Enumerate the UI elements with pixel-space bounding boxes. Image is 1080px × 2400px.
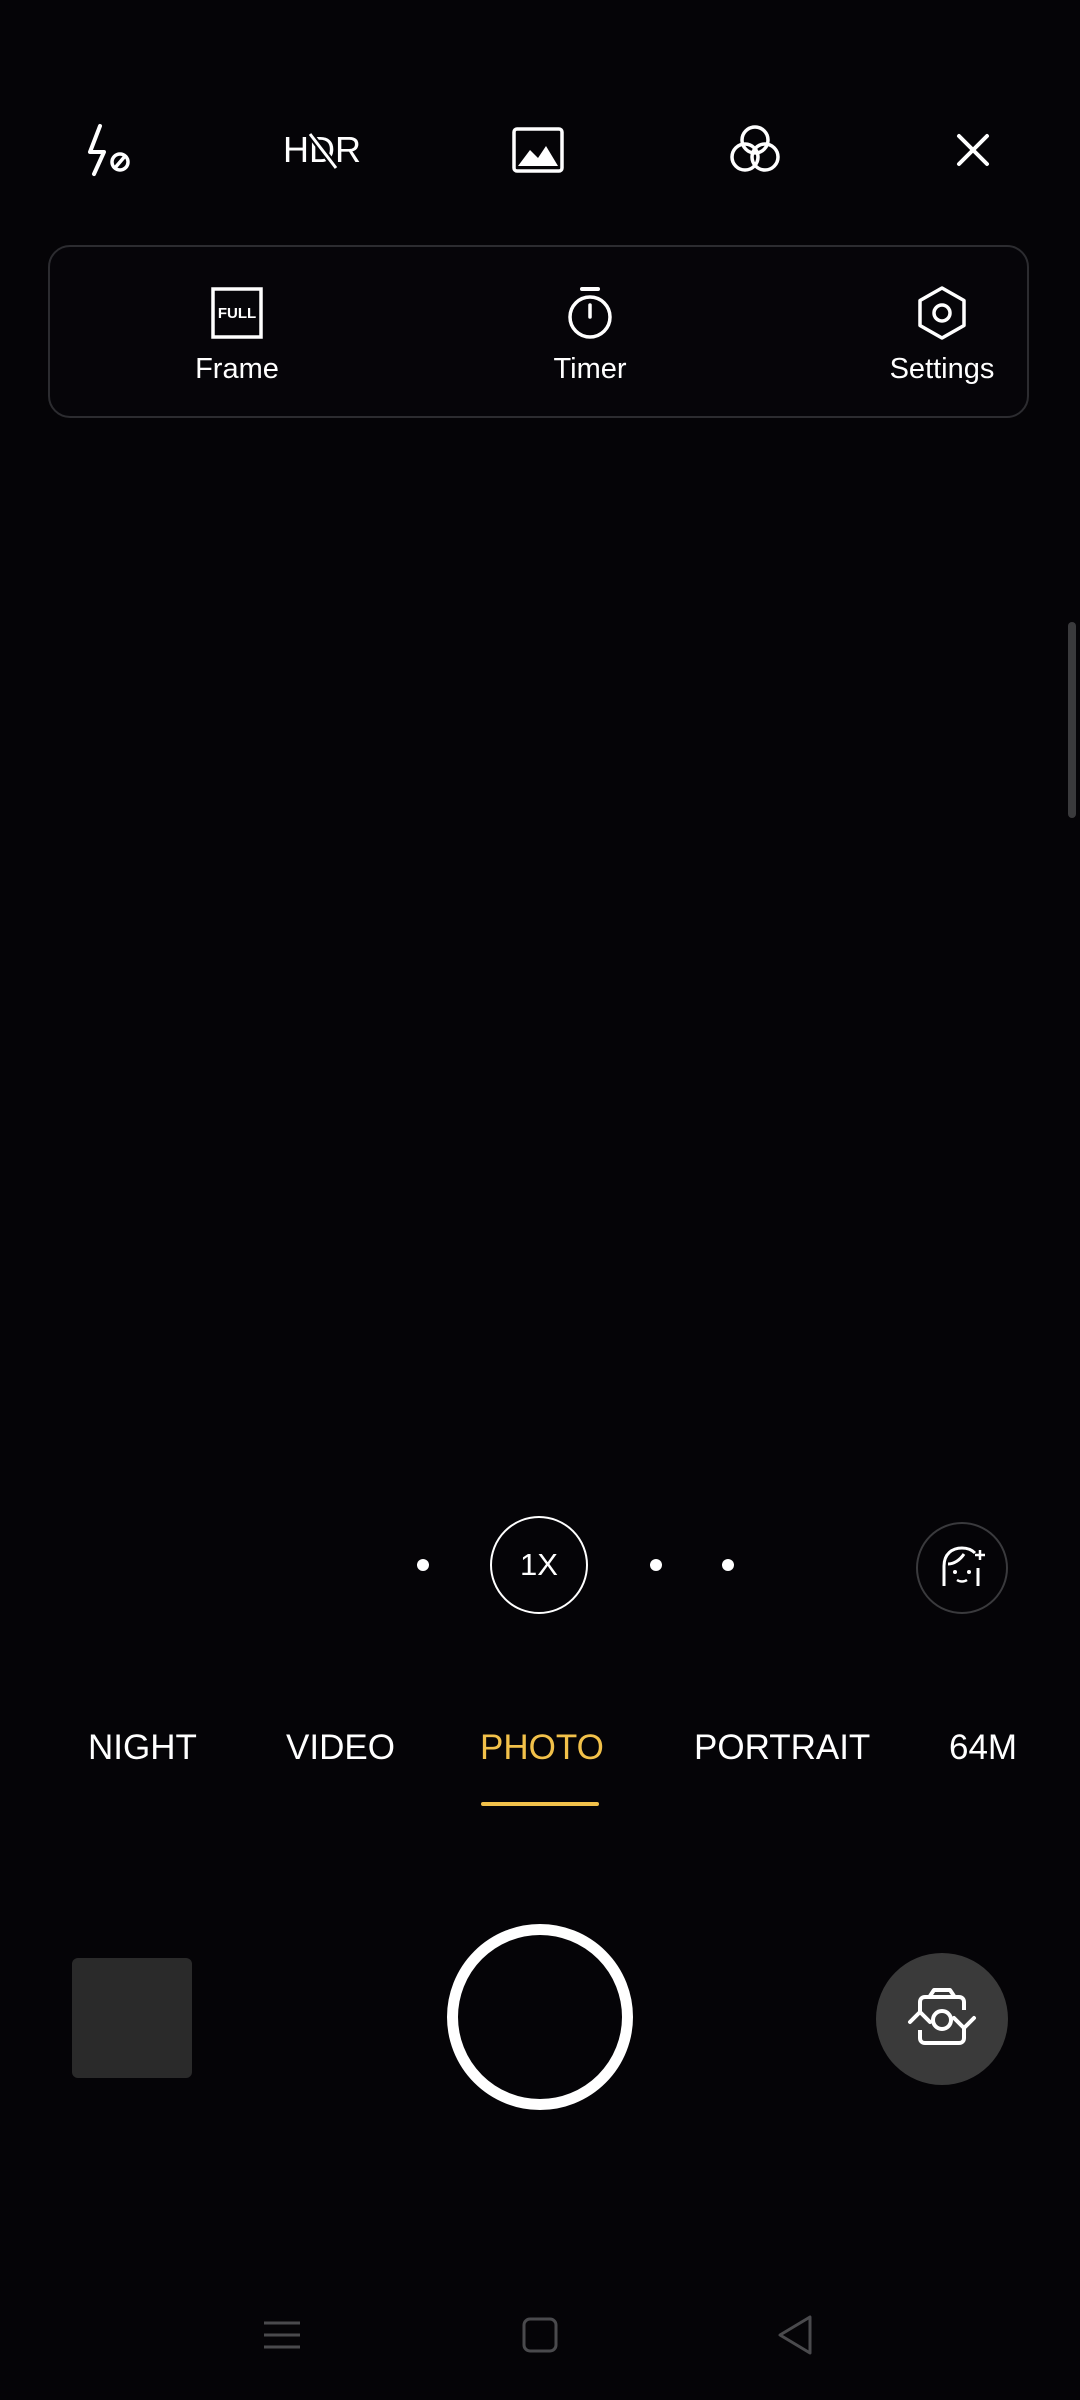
flash-toggle-button[interactable] <box>66 110 146 190</box>
mode-video[interactable]: VIDEO <box>286 1728 395 1768</box>
home-icon <box>522 2317 558 2353</box>
face-beauty-icon <box>942 1546 985 1586</box>
filter-icon <box>730 125 780 172</box>
active-mode-indicator <box>481 1802 599 1806</box>
beauty-mode-button[interactable] <box>916 1522 1008 1614</box>
mode-night[interactable]: NIGHT <box>88 1728 197 1768</box>
timer-label: Timer <box>553 353 627 385</box>
close-icon <box>957 134 989 166</box>
zoom-1x-button[interactable]: 1X <box>490 1516 588 1614</box>
viewfinder-scrollbar[interactable] <box>1068 622 1076 818</box>
frame-label: Frame <box>195 353 279 385</box>
filter-button[interactable] <box>715 110 795 190</box>
mode-64m[interactable]: 64M <box>949 1728 1017 1768</box>
timer-icon <box>560 283 620 343</box>
zoom-dot-2x[interactable] <box>650 1559 662 1571</box>
frame-option[interactable]: FULL Frame <box>127 247 347 420</box>
mode-portrait[interactable]: PORTRAIT <box>694 1728 870 1768</box>
mode-photo[interactable]: PHOTO <box>480 1728 604 1768</box>
settings-option[interactable]: Settings <box>832 247 1052 420</box>
back-button[interactable] <box>756 2300 836 2370</box>
hdr-toggle-button[interactable]: HDR <box>282 110 362 190</box>
menu-icon <box>264 2321 300 2349</box>
back-icon <box>778 2315 812 2355</box>
camera-app: HDR <box>0 0 1080 2400</box>
gallery-thumbnail[interactable] <box>72 1958 192 2078</box>
recents-button[interactable] <box>242 2300 322 2370</box>
zoom-dot-5x[interactable] <box>722 1559 734 1571</box>
close-button[interactable] <box>933 110 1013 190</box>
flash-off-icon <box>88 124 130 176</box>
svg-text:FULL: FULL <box>218 305 256 322</box>
shutter-button[interactable] <box>447 1924 633 2110</box>
photo-ratio-button[interactable] <box>498 110 578 190</box>
settings-hexagon-icon <box>912 283 972 343</box>
settings-label: Settings <box>889 353 995 385</box>
home-button[interactable] <box>500 2300 580 2370</box>
frame-full-icon: FULL <box>207 283 267 343</box>
photo-ratio-icon <box>512 127 564 173</box>
timer-option[interactable]: Timer <box>480 247 700 420</box>
quick-settings-panel: FULL Frame Timer Settings <box>48 245 1029 418</box>
switch-camera-button[interactable] <box>876 1953 1008 2085</box>
hdr-off-icon: HDR <box>283 129 361 171</box>
zoom-dot-wide[interactable] <box>417 1559 429 1571</box>
camera-flip-icon <box>908 1988 976 2045</box>
